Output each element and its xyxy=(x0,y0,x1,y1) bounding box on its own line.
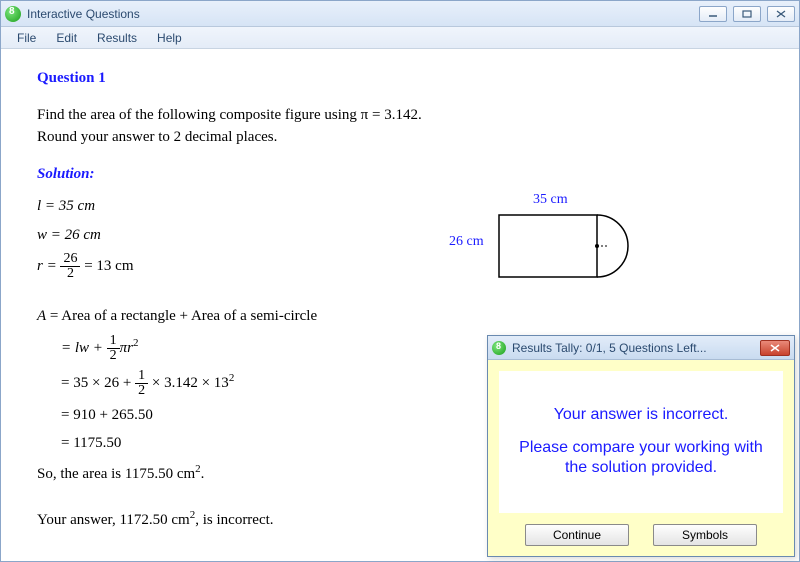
continue-button[interactable]: Continue xyxy=(525,524,629,546)
figure-svg xyxy=(495,207,685,317)
menu-results[interactable]: Results xyxy=(87,29,147,47)
dialog-message: Your answer is incorrect. Please compare… xyxy=(498,370,784,514)
menu-help[interactable]: Help xyxy=(147,29,192,47)
fraction-r: 262 xyxy=(60,252,80,281)
question-prompt-1: Find the area of the following composite… xyxy=(37,104,763,127)
window-controls xyxy=(699,6,795,22)
figure-height-label: 26 cm xyxy=(449,231,484,252)
composite-figure: 35 cm 26 cm xyxy=(461,189,661,299)
results-dialog: Results Tally: 0/1, 5 Questions Left... … xyxy=(487,335,795,557)
maximize-icon xyxy=(742,10,752,18)
dialog-title-text: Results Tally: 0/1, 5 Questions Left... xyxy=(512,341,707,355)
menubar: File Edit Results Help xyxy=(1,27,799,49)
menu-file[interactable]: File xyxy=(7,29,46,47)
window-title: Interactive Questions xyxy=(27,7,140,21)
app-icon xyxy=(5,6,21,22)
question-heading: Question 1 xyxy=(37,67,763,90)
dialog-icon xyxy=(492,341,506,355)
menu-edit[interactable]: Edit xyxy=(46,29,87,47)
question-body: Find the area of the following composite… xyxy=(37,104,763,149)
question-prompt-2: Round your answer to 2 decimal places. xyxy=(37,126,763,149)
minimize-icon xyxy=(708,10,718,18)
dialog-msg-2: Please compare your working with the sol… xyxy=(511,438,771,480)
main-window: Interactive Questions File Edit Results … xyxy=(0,0,800,562)
close-icon xyxy=(770,344,780,352)
dialog-buttons: Continue Symbols xyxy=(498,514,784,546)
dialog-titlebar: Results Tally: 0/1, 5 Questions Left... xyxy=(488,336,794,360)
close-button[interactable] xyxy=(767,6,795,22)
titlebar: Interactive Questions xyxy=(1,1,799,27)
symbols-button[interactable]: Symbols xyxy=(653,524,757,546)
solution-label: Solution: xyxy=(37,163,763,186)
dialog-close-button[interactable] xyxy=(760,340,790,356)
minimize-button[interactable] xyxy=(699,6,727,22)
dialog-msg-1: Your answer is incorrect. xyxy=(554,405,729,426)
dialog-body: Your answer is incorrect. Please compare… xyxy=(488,360,794,556)
maximize-button[interactable] xyxy=(733,6,761,22)
close-icon xyxy=(776,10,786,18)
